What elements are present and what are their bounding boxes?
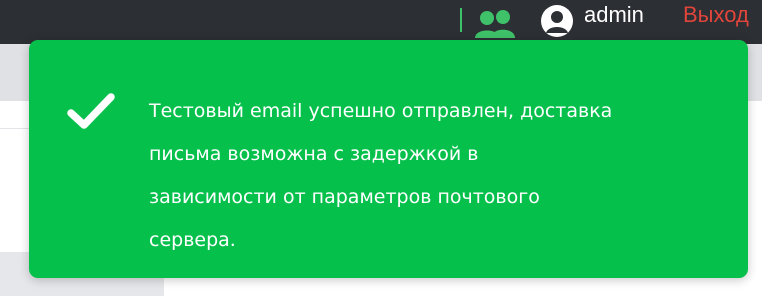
toast-line: Тестовый email успешно отправлен, достав… xyxy=(149,100,613,122)
toast-line: сервера. xyxy=(149,229,236,251)
logout-link[interactable]: Выход xyxy=(683,3,749,27)
toast-line: письма возможна с задержкой в xyxy=(149,143,479,165)
toast-line: зависимости от параметров почтового xyxy=(149,186,540,208)
username-label[interactable]: admin xyxy=(584,3,644,27)
content-divider xyxy=(0,128,30,129)
success-toast[interactable]: Тестовый email успешно отправлен, достав… xyxy=(29,40,748,278)
toast-message: Тестовый email успешно отправлен, достав… xyxy=(149,90,719,262)
top-navbar: admin Выход xyxy=(0,0,762,44)
checkmark-icon xyxy=(67,93,115,129)
users-icon[interactable] xyxy=(472,6,518,38)
user-circle-icon[interactable] xyxy=(540,4,574,38)
navbar-separator xyxy=(460,8,462,32)
